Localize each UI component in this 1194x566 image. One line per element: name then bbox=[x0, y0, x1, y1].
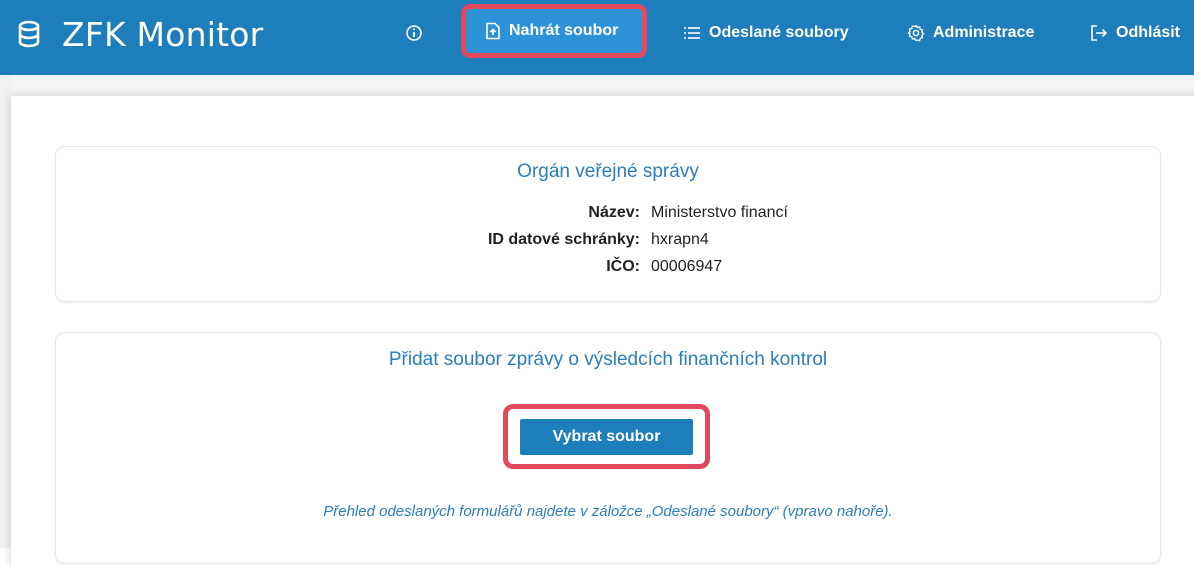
organ-name-value: Ministerstvo financí bbox=[651, 204, 788, 221]
upload-note: Přehled odeslaných formulářů najdete v z… bbox=[323, 503, 893, 520]
upload-heading: Přidat soubor zprávy o výsledcích finanč… bbox=[388, 349, 828, 370]
nav-upload-label: Nahrát soubor bbox=[509, 22, 619, 39]
choose-file-button[interactable]: Vybrat soubor bbox=[520, 419, 693, 455]
brand[interactable]: ZFK Monitor bbox=[14, 12, 263, 56]
nav-sent-files-label: Odeslané soubory bbox=[709, 24, 849, 41]
nav-administration-label: Administrace bbox=[933, 24, 1035, 41]
organ-heading: Orgán veřejné správy bbox=[517, 161, 699, 182]
organ-name-label: Název: bbox=[588, 204, 640, 221]
choose-file-highlight: Vybrat soubor bbox=[503, 404, 710, 469]
nav-logout-label: Odhlásit bbox=[1116, 24, 1181, 41]
file-upload-icon bbox=[486, 22, 500, 40]
nav-logout[interactable]: Odhlásit bbox=[1090, 21, 1180, 45]
organ-row-ico: IČO: 00006947 bbox=[56, 258, 1160, 282]
organ-databox-value: hxrapn4 bbox=[651, 231, 709, 248]
page-background-top bbox=[11, 75, 1194, 96]
organ-ico-value: 00006947 bbox=[651, 258, 723, 275]
gear-icon bbox=[907, 24, 925, 42]
page-background bbox=[0, 75, 11, 548]
database-icon bbox=[18, 20, 40, 48]
nav-info[interactable] bbox=[405, 21, 423, 45]
nav-administration[interactable]: Administrace bbox=[907, 21, 1034, 45]
info-icon bbox=[406, 25, 422, 41]
nav-upload[interactable]: Nahrát soubor bbox=[485, 9, 618, 53]
organ-databox-label: ID datové schránky: bbox=[487, 231, 640, 248]
organ-row-databox: ID datové schránky: hxrapn4 bbox=[56, 231, 1160, 255]
nav-sent-files[interactable]: Odeslané soubory bbox=[683, 21, 849, 45]
organ-row-name: Název: Ministerstvo financí bbox=[56, 204, 1160, 228]
organ-ico-label: IČO: bbox=[606, 258, 640, 275]
top-navbar: ZFK Monitor Nahrát soubor Odeslané soubo… bbox=[0, 0, 1194, 75]
list-icon bbox=[684, 27, 700, 39]
app-title: ZFK Monitor bbox=[62, 14, 264, 54]
nav-upload-highlight[interactable]: Nahrát soubor bbox=[461, 4, 647, 58]
organ-info-card: Orgán veřejné správy Název: Ministerstvo… bbox=[55, 146, 1161, 302]
logout-icon bbox=[1091, 25, 1108, 41]
